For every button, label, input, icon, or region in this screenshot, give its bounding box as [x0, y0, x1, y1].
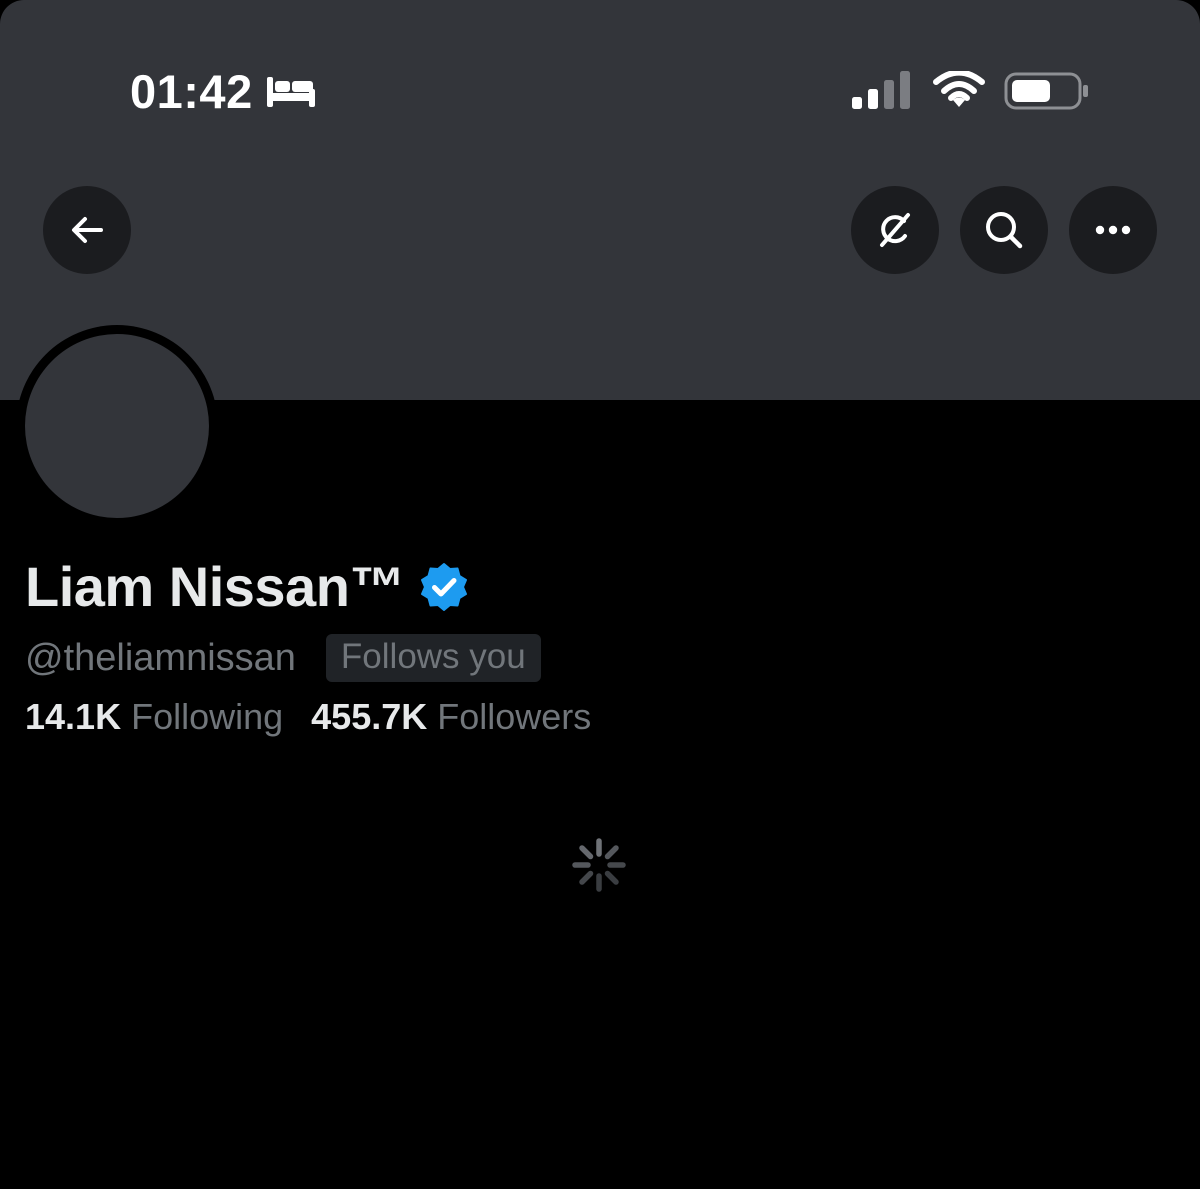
- status-bar-right: [852, 64, 1090, 118]
- user-handle: @theliamnissan: [25, 637, 296, 679]
- stats-row: 14.1K Following 455.7K Followers: [25, 692, 591, 742]
- following-count: 14.1K: [25, 696, 122, 737]
- display-name: Liam Nissan™: [25, 555, 405, 618]
- status-bar-left: 01:42: [130, 64, 317, 118]
- avatar[interactable]: [25, 334, 209, 518]
- back-button[interactable]: [43, 186, 131, 274]
- search-icon: [986, 212, 1023, 249]
- more-options-button[interactable]: [1069, 186, 1157, 274]
- battery-icon: [1004, 72, 1088, 110]
- name-row: Liam Nissan™: [25, 552, 469, 622]
- avatar-ring: [16, 325, 218, 527]
- profile-banner: 01:42: [0, 0, 1200, 400]
- following-stat[interactable]: 14.1K Following: [25, 699, 283, 735]
- followers-stat[interactable]: 455.7K Followers: [311, 699, 591, 735]
- follows-you-badge: Follows you: [325, 633, 541, 683]
- status-time: 01:42: [130, 64, 253, 118]
- arrow-left-icon: [72, 217, 103, 243]
- cellular-signal-icon: [852, 71, 910, 109]
- ellipsis-icon: [1095, 225, 1131, 235]
- grok-button[interactable]: [851, 186, 939, 274]
- verified-badge-icon[interactable]: [419, 562, 469, 612]
- grok-icon: [880, 213, 910, 247]
- wifi-icon: [933, 71, 985, 107]
- search-button[interactable]: [960, 186, 1048, 274]
- followers-label: Followers: [437, 696, 592, 737]
- following-label: Following: [131, 696, 284, 737]
- bed-icon: [266, 77, 315, 107]
- followers-count: 455.7K: [311, 696, 428, 737]
- loading-spinner-icon: [572, 838, 626, 892]
- handle-row: @theliamnissan Follows you: [25, 632, 541, 684]
